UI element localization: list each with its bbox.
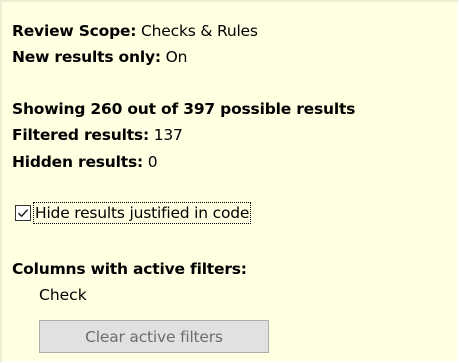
review-scope-row: Review Scope: Checks & Rules xyxy=(12,21,258,41)
filtered-results-row: Filtered results: 137 xyxy=(12,125,183,145)
new-results-only-label: New results only: xyxy=(12,48,161,66)
clear-active-filters-button[interactable]: Clear active filters xyxy=(39,320,269,353)
filtered-results-value: 137 xyxy=(153,126,183,144)
new-results-only-value: On xyxy=(165,48,188,66)
hide-justified-checkbox-row[interactable]: Hide results justified in code xyxy=(15,201,252,225)
results-summary-panel: Review Scope: Checks & Rules New results… xyxy=(0,0,459,363)
hidden-results-value: 0 xyxy=(147,153,158,171)
review-scope-label: Review Scope: xyxy=(12,22,137,40)
hide-justified-label[interactable]: Hide results justified in code xyxy=(32,202,252,224)
checkmark-icon xyxy=(17,209,29,218)
review-scope-value: Checks & Rules xyxy=(141,22,258,40)
filtered-results-label: Filtered results: xyxy=(12,126,149,144)
hide-justified-checkbox[interactable] xyxy=(15,205,31,221)
active-filters-heading: Columns with active filters: xyxy=(12,260,247,278)
hidden-results-label: Hidden results: xyxy=(12,153,143,171)
new-results-only-row: New results only: On xyxy=(12,47,187,67)
hidden-results-row: Hidden results: 0 xyxy=(12,152,158,172)
active-filter-column-item: Check xyxy=(39,286,87,304)
showing-results-summary: Showing 260 out of 397 possible results xyxy=(12,100,356,118)
